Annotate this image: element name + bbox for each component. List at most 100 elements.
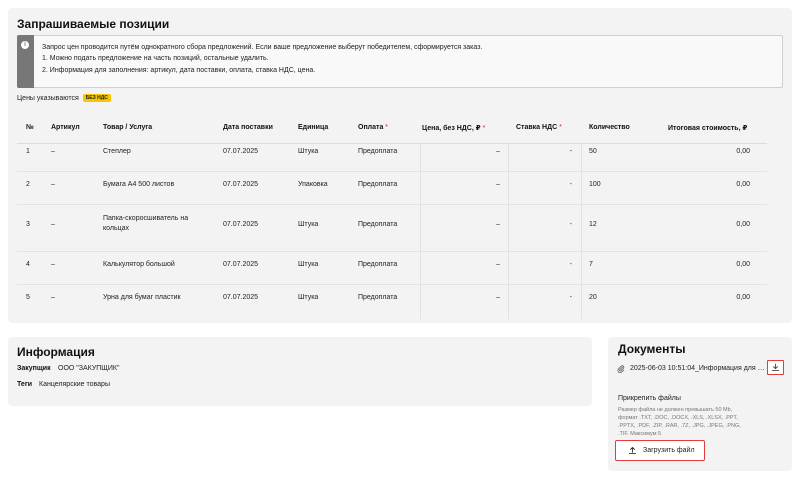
document-item[interactable]: 2025-06-03 10:51:04_Информация для поста…: [617, 362, 784, 376]
col-total: Итоговая стоимость, ₽: [668, 125, 748, 132]
paperclip-icon: [617, 365, 625, 373]
row-payment: Предоплата: [358, 261, 398, 268]
row-unit: Штука: [298, 148, 319, 155]
row-payment: Предоплата: [358, 181, 398, 188]
prices-label: Цены указываются: [17, 95, 79, 102]
positions-title: Запрашиваемые позиции: [17, 17, 170, 31]
row-unit: Штука: [298, 261, 319, 268]
upload-file-label: Загрузить файл: [643, 447, 695, 454]
row-article: –: [51, 261, 55, 268]
info-notice: i Запрос цен проводится путём однократно…: [17, 35, 783, 88]
attach-title: Прикрепить файлы: [618, 395, 681, 402]
buyer-value: ООО "ЗАКУПЩИК": [58, 365, 120, 372]
row-divider: [17, 171, 767, 172]
row-product: Бумага А4 500 листов: [103, 181, 175, 188]
col-unit: Единица: [298, 124, 329, 131]
col-price: Цена, без НДС, ₽ *: [422, 125, 486, 132]
row-num: 3: [26, 221, 30, 228]
documents-title: Документы: [618, 342, 686, 356]
row-product: Калькулятор большой: [103, 261, 175, 268]
upload-file-button[interactable]: Загрузить файл: [615, 440, 705, 461]
row-unit: Упаковка: [298, 181, 328, 188]
row-quantity[interactable]: 7: [589, 261, 593, 268]
positions-panel: Запрашиваемые позиции i Запрос цен прово…: [8, 8, 792, 323]
col-vat: Ставка НДС *: [516, 124, 562, 131]
row-price[interactable]: –: [478, 148, 500, 155]
download-icon: [771, 363, 780, 372]
col-payment: Оплата *: [358, 124, 389, 131]
row-vat[interactable]: -: [558, 261, 572, 268]
row-vat[interactable]: -: [558, 148, 572, 155]
row-unit: Штука: [298, 221, 319, 228]
col-num: №: [26, 124, 34, 131]
required-mark: *: [482, 125, 486, 132]
notice-line-1: Запрос цен проводится путём однократного…: [42, 44, 483, 51]
required-mark: *: [385, 124, 389, 131]
row-date: 07.07.2025: [223, 294, 259, 301]
col-quantity: Количество: [589, 124, 630, 131]
row-num: 5: [26, 294, 30, 301]
row-divider: [17, 284, 767, 285]
notice-bar: i: [17, 35, 34, 88]
row-price[interactable]: –: [478, 221, 500, 228]
row-vat[interactable]: -: [558, 181, 572, 188]
row-num: 4: [26, 261, 30, 268]
col-product: Товар / Услуга: [103, 124, 153, 131]
row-price[interactable]: –: [478, 261, 500, 268]
quantity-column-border: [581, 144, 582, 319]
row-total: 0,00: [736, 181, 750, 188]
row-total: 0,00: [736, 221, 750, 228]
row-article: –: [51, 148, 55, 155]
row-date: 07.07.2025: [223, 181, 259, 188]
row-total: 0,00: [736, 261, 750, 268]
row-payment: Предоплата: [358, 221, 398, 228]
row-payment: Предоплата: [358, 148, 398, 155]
tags-label: Теги: [17, 381, 33, 388]
row-date: 07.07.2025: [223, 261, 259, 268]
attach-description: Размер файла не должен превышать 50 Mb, …: [618, 407, 741, 437]
header-divider: [17, 143, 767, 144]
row-quantity[interactable]: 100: [589, 181, 601, 188]
row-price[interactable]: –: [478, 181, 500, 188]
col-delivery-date: Дата поставки: [223, 124, 273, 131]
row-vat[interactable]: -: [558, 221, 572, 228]
notice-line-3: 2. Информация для заполнения: артикул, д…: [42, 67, 316, 74]
info-title: Информация: [17, 345, 95, 359]
prices-note: Цены указываются БЕЗ НДС: [17, 94, 111, 102]
row-date: 07.07.2025: [223, 221, 259, 228]
notice-line-2: 1. Можно подать предложение на часть поз…: [42, 55, 269, 62]
col-article: Артикул: [51, 124, 80, 131]
row-price[interactable]: –: [478, 294, 500, 301]
row-product: Степлер: [103, 148, 131, 155]
row-payment: Предоплата: [358, 294, 398, 301]
row-date: 07.07.2025: [223, 148, 259, 155]
row-total: 0,00: [736, 148, 750, 155]
row-unit: Штука: [298, 294, 319, 301]
row-num: 2: [26, 181, 30, 188]
row-num: 1: [26, 148, 30, 155]
row-total: 0,00: [736, 294, 750, 301]
upload-icon: [628, 446, 637, 455]
documents-panel: Документы 2025-06-03 10:51:04_Информация…: [608, 337, 792, 471]
info-icon: i: [21, 41, 29, 49]
vat-badge: БЕЗ НДС: [82, 94, 111, 102]
row-vat[interactable]: -: [558, 294, 572, 301]
tags-value: Канцелярские товары: [39, 381, 110, 388]
row-product: Папка-скоросшиватель на кольцах: [103, 215, 189, 232]
download-button[interactable]: [767, 360, 784, 375]
row-article: –: [51, 221, 55, 228]
info-panel: Информация Закупщик ООО "ЗАКУПЩИК" Теги …: [8, 337, 592, 406]
row-product: Урна для бумаг пластик: [103, 294, 181, 301]
row-divider: [17, 251, 767, 252]
price-column-border: [420, 144, 421, 319]
row-quantity[interactable]: 20: [589, 294, 597, 301]
row-article: –: [51, 181, 55, 188]
required-mark: *: [559, 124, 562, 131]
vat-column-border: [508, 144, 509, 319]
row-divider: [17, 204, 767, 205]
buyer-label: Закупщик: [17, 365, 51, 372]
document-name[interactable]: 2025-06-03 10:51:04_Информация для поста…: [630, 365, 768, 372]
row-quantity[interactable]: 50: [589, 148, 597, 155]
row-article: –: [51, 294, 55, 301]
row-quantity[interactable]: 12: [589, 221, 597, 228]
